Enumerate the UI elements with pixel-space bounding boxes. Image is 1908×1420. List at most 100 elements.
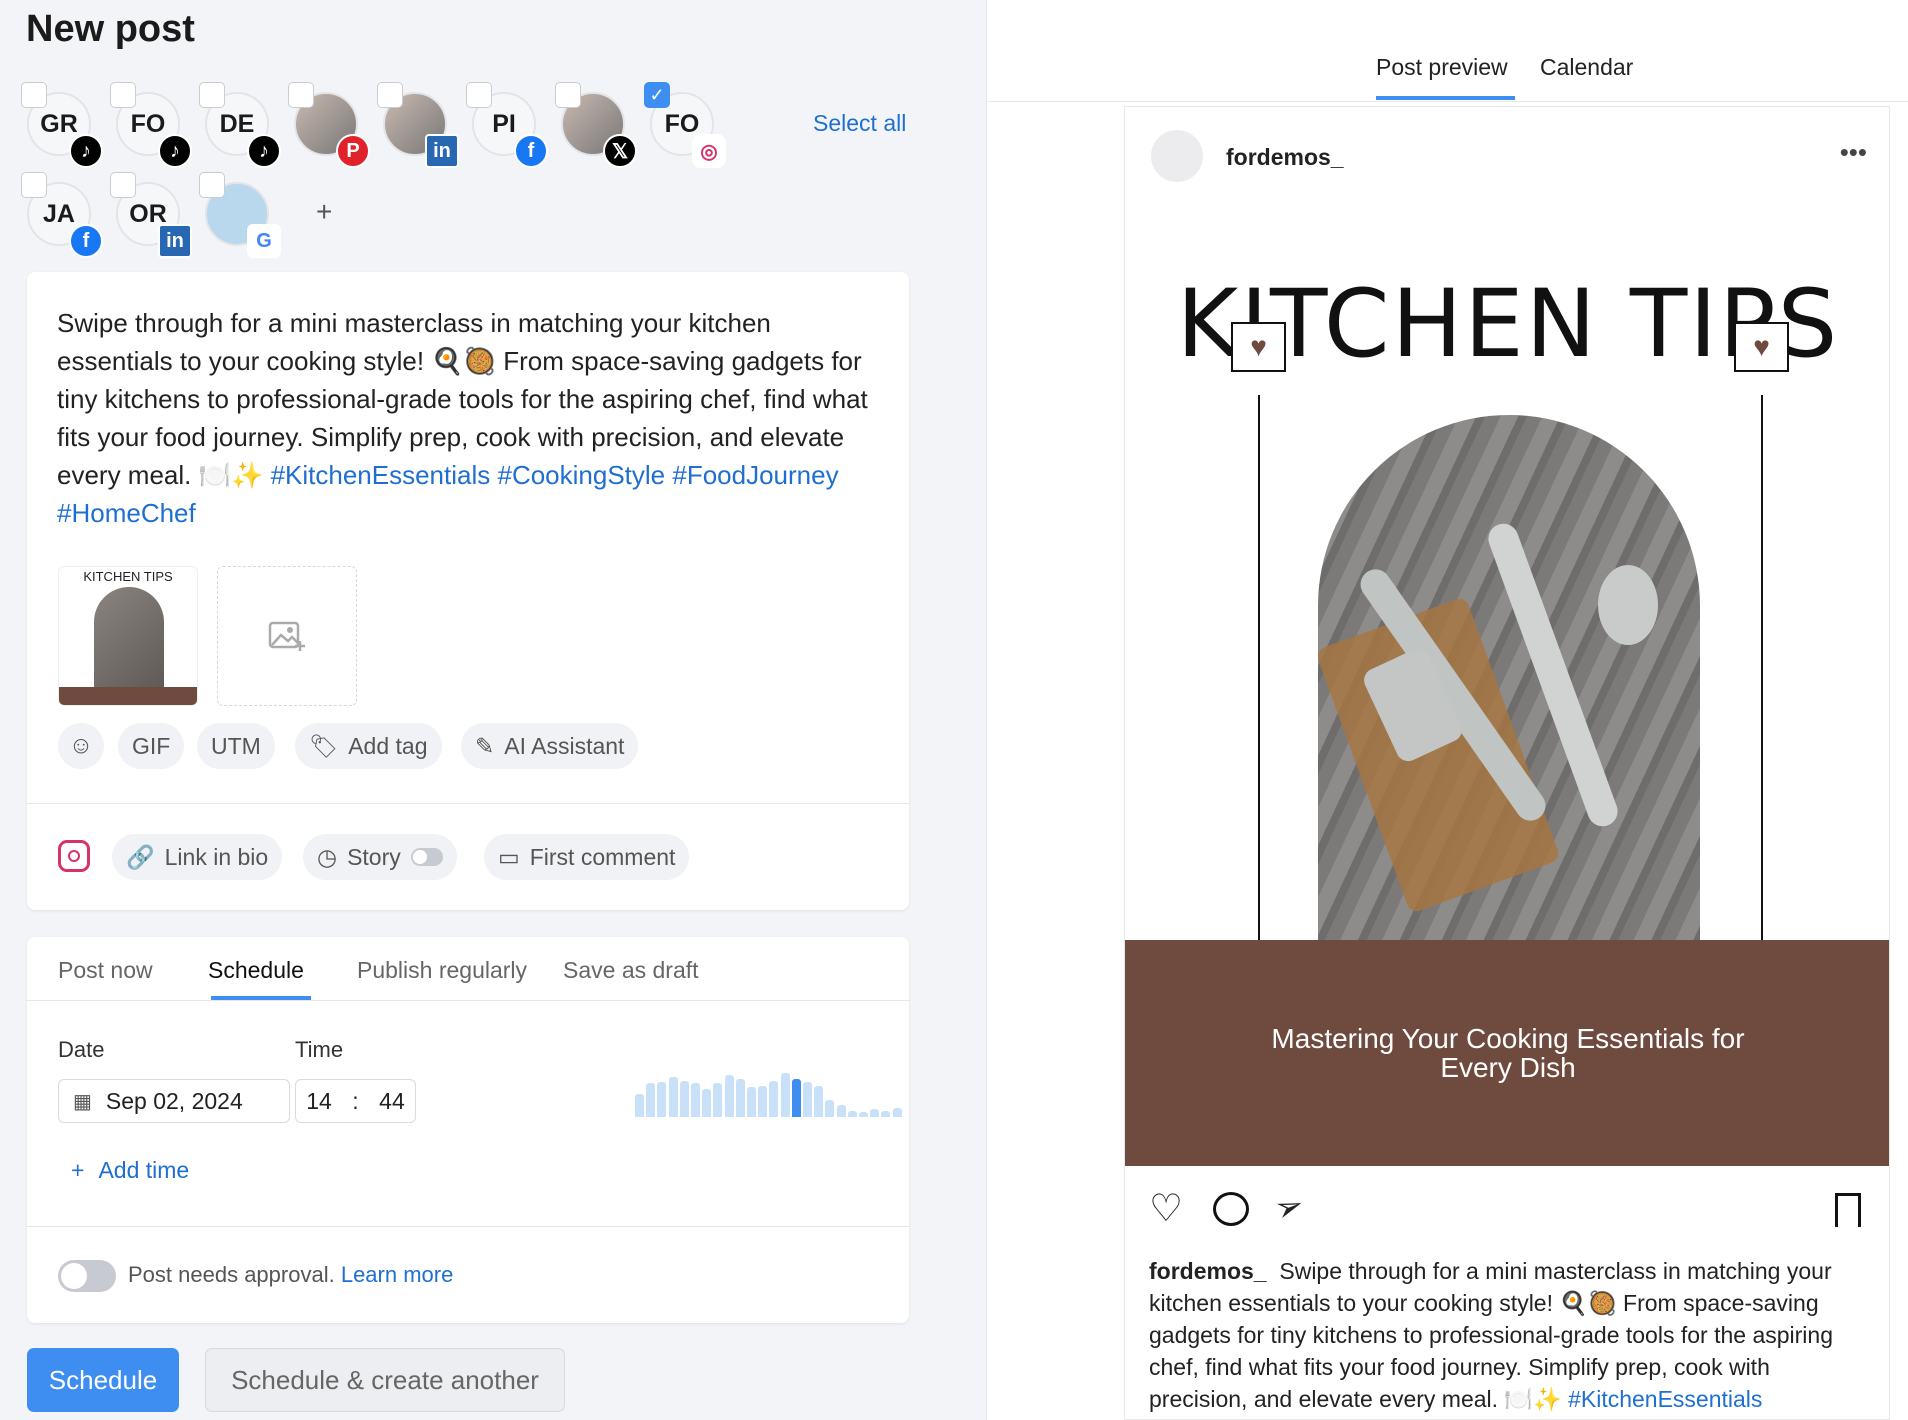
first-comment-label: First comment — [529, 843, 676, 870]
minute-value[interactable]: 44 — [379, 1088, 405, 1115]
tiktok-icon: ♪ — [247, 134, 281, 168]
caption-band: Mastering Your Cooking Essentials for Ev… — [1125, 940, 1889, 1166]
activity-bar — [713, 1083, 723, 1117]
thumbnail-title: KITCHEN TIPS — [83, 569, 173, 584]
add-account-button[interactable]: + — [316, 196, 332, 228]
divider — [27, 1226, 909, 1227]
account-facebook[interactable]: PI f — [466, 82, 548, 168]
activity-bar — [791, 1079, 801, 1117]
select-all-link[interactable]: Select all — [813, 110, 906, 137]
band-text: Mastering Your Cooking Essentials for Ev… — [1271, 1023, 1745, 1083]
time-separator: : — [352, 1087, 359, 1114]
add-media-button[interactable] — [217, 566, 357, 706]
first-comment-button[interactable]: ▭ First comment — [484, 834, 690, 880]
line-left — [1258, 395, 1260, 940]
tab-post-now[interactable]: Post now — [58, 957, 153, 984]
date-picker[interactable]: ▦ Sep 02, 2024 — [58, 1079, 290, 1123]
tab-post-preview[interactable]: Post preview — [1376, 54, 1508, 81]
activity-bar — [646, 1083, 656, 1117]
account-checkbox[interactable] — [110, 82, 136, 108]
account-checkbox[interactable] — [110, 172, 136, 198]
schedule-card: Post now Schedule Publish regularly Save as… — [27, 937, 909, 1323]
heart-icon: ♥ — [1231, 322, 1286, 372]
kitchen-utensils-photo — [1318, 415, 1700, 940]
share-icon[interactable]: ➢ — [1269, 1184, 1309, 1229]
gif-button[interactable]: GIF — [118, 723, 185, 769]
account-facebook[interactable]: JA f — [21, 172, 103, 258]
account-checkbox[interactable] — [199, 172, 225, 198]
activity-bar — [758, 1086, 768, 1117]
heart-icon: ♥ — [1734, 322, 1789, 372]
instagram-icon — [58, 840, 90, 872]
bookmark-icon[interactable] — [1835, 1193, 1861, 1227]
activity-bar — [814, 1086, 824, 1117]
link-in-bio-button[interactable]: 🔗 Link in bio — [112, 834, 283, 880]
post-text-input[interactable]: Swipe through for a mini masterclass in … — [57, 304, 887, 532]
account-google-business[interactable]: G — [199, 172, 281, 258]
tag-icon: 🏷 — [309, 732, 339, 759]
hour-value[interactable]: 14 — [306, 1088, 332, 1115]
account-tiktok[interactable]: FO ♪ — [110, 82, 192, 168]
activity-bar — [747, 1087, 756, 1117]
activity-bar — [691, 1083, 700, 1117]
account-checkbox[interactable] — [21, 82, 47, 108]
account-instagram[interactable]: FO ✓ ◎ — [644, 82, 726, 168]
account-checkbox[interactable] — [555, 82, 581, 108]
divider — [27, 1000, 909, 1001]
link-icon: 🔗 — [126, 843, 155, 870]
schedule-create-another-button[interactable]: Schedule & create another — [205, 1348, 565, 1412]
calendar-icon: ▦ — [73, 1090, 92, 1113]
linkedin-icon: in — [158, 224, 192, 258]
more-options-icon[interactable]: ••• — [1840, 137, 1867, 168]
tiktok-icon: ♪ — [158, 134, 192, 168]
activity-bar — [724, 1075, 734, 1117]
learn-more-link[interactable]: Learn more — [341, 1262, 454, 1287]
emoji-button[interactable]: ☺ — [58, 723, 104, 769]
time-picker[interactable]: 14:44 — [295, 1079, 416, 1123]
tab-schedule[interactable]: Schedule — [208, 957, 304, 984]
comment-icon[interactable] — [1213, 1192, 1249, 1226]
instagram-preview: fordemos_ ••• KITCHEN TIPS ♥ ♥ Mastering… — [1124, 106, 1890, 1420]
image-add-icon — [268, 621, 305, 651]
story-toggle[interactable]: ◷ Story — [303, 834, 457, 880]
add-tag-button[interactable]: 🏷 Add tag — [295, 723, 442, 769]
activity-bar — [679, 1081, 689, 1117]
x-icon: 𝕏 — [603, 134, 637, 168]
media-thumbnail[interactable]: KITCHEN TIPS — [58, 566, 198, 706]
clock-icon: ◷ — [317, 843, 338, 870]
schedule-button[interactable]: Schedule — [27, 1348, 179, 1412]
add-time-button[interactable]: + Add time — [71, 1157, 189, 1184]
account-checkbox[interactable]: ✓ — [644, 82, 670, 108]
composer-card: Swipe through for a mini masterclass in … — [27, 272, 909, 910]
activity-bar — [635, 1094, 644, 1117]
account-checkbox[interactable] — [288, 82, 314, 108]
account-linkedin[interactable]: in — [377, 82, 459, 168]
add-time-label: Add time — [98, 1157, 190, 1183]
account-tiktok[interactable]: DE ♪ — [199, 82, 281, 168]
approval-toggle[interactable] — [58, 1260, 116, 1292]
tab-save-as-draft[interactable]: Save as draft — [563, 957, 699, 984]
utm-button[interactable]: UTM — [197, 723, 275, 769]
ai-label: AI Assistant — [504, 732, 625, 759]
facebook-icon: f — [69, 224, 103, 258]
magic-pen-icon: ✎ — [475, 732, 495, 759]
preview-username: fordemos_ — [1226, 144, 1344, 170]
activity-bar — [657, 1082, 667, 1117]
activity-bar — [881, 1111, 891, 1117]
account-pinterest[interactable]: P — [288, 82, 370, 168]
account-checkbox[interactable] — [21, 172, 47, 198]
tab-calendar[interactable]: Calendar — [1540, 54, 1633, 81]
ai-assistant-button[interactable]: ✎ AI Assistant — [461, 723, 639, 769]
activity-bar — [803, 1082, 812, 1117]
story-switch[interactable] — [410, 848, 443, 866]
account-checkbox[interactable] — [466, 82, 492, 108]
active-tab-indicator — [1376, 96, 1515, 100]
activity-bar — [769, 1081, 779, 1117]
tab-publish-regularly[interactable]: Publish regularly — [357, 957, 527, 984]
account-linkedin[interactable]: OR in — [110, 172, 192, 258]
account-x[interactable]: 𝕏 — [555, 82, 637, 168]
account-tiktok[interactable]: GR ♪ — [21, 82, 103, 168]
account-checkbox[interactable] — [199, 82, 225, 108]
account-checkbox[interactable] — [377, 82, 403, 108]
like-icon[interactable]: ♡ — [1149, 1190, 1183, 1228]
